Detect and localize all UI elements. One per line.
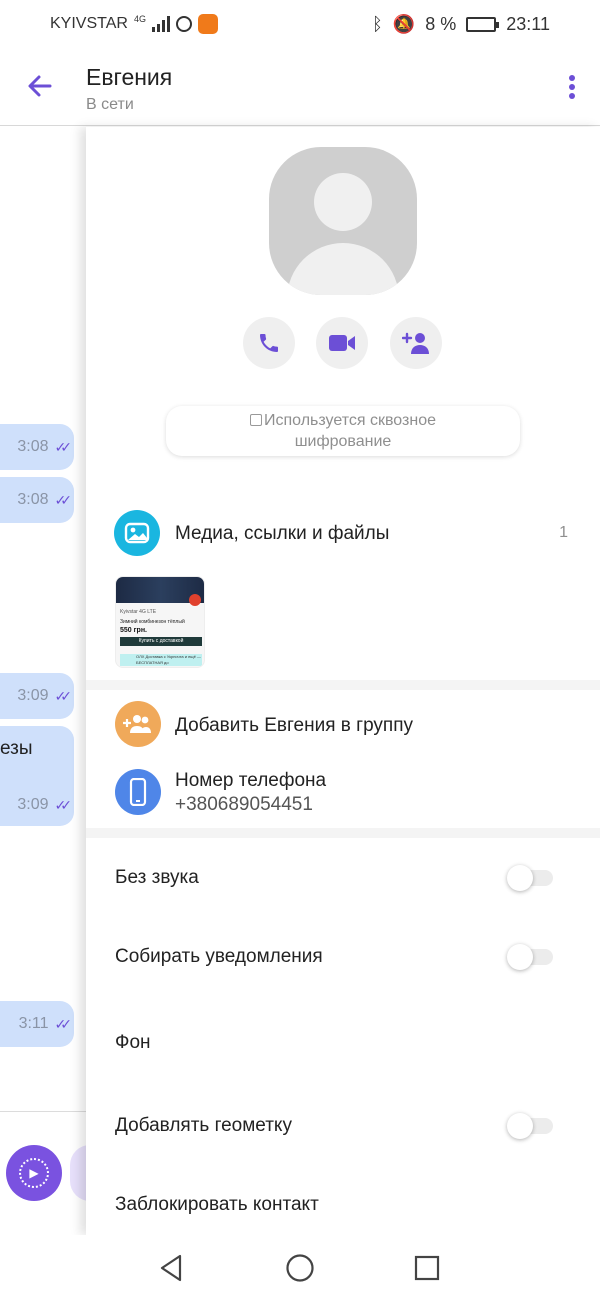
composer-divider [0,1111,86,1112]
read-ticks-icon: ✓✓ [54,438,73,455]
nav-back-button[interactable] [157,1253,187,1283]
heart-badge-icon [189,594,201,606]
add-to-group-label: Добавить Евгения в группу [175,715,414,736]
mute-setting-label: Без звука [115,867,199,888]
group-add-icon [115,701,161,747]
read-ticks-icon: ✓✓ [54,797,73,813]
mute-toggle[interactable] [507,863,553,893]
phone-icon [260,334,278,352]
encryption-text-line2: шифрование [294,433,392,450]
more-vertical-icon [569,75,575,81]
read-ticks-icon: ✓✓ [54,1015,73,1032]
call-button[interactable] [243,317,295,369]
status-right: ᛒ 🔕 8 % 23:11 [372,14,550,35]
status-bar: KYIVSTAR 4G ᛒ 🔕 8 % 23:11 [0,0,600,48]
mute-bell-icon: 🔕 [392,13,416,34]
video-call-button[interactable] [316,317,368,369]
media-links-files-row[interactable]: Медиа, ссылки и файлы 1 [86,507,600,561]
phone-number-row[interactable]: Номер телефона +380689054451 [86,769,600,819]
message-bubble[interactable]: езы 3:09 ✓✓ [0,726,74,826]
section-separator [86,680,600,690]
avatar[interactable] [269,147,417,295]
image-icon [114,510,160,556]
online-status: В сети [86,96,134,113]
video-camera-icon [329,335,355,351]
media-count: 1 [559,524,568,541]
clock-time: 23:11 [506,13,550,34]
video-message-button[interactable]: ▶ [6,1145,62,1201]
message-bubble[interactable]: 3:11 ✓✓ [0,1001,74,1047]
block-contact-button[interactable]: Заблокировать контакт [115,1194,319,1216]
phone-number-value: +380689054451 [175,794,313,815]
read-ticks-icon: ✓✓ [54,687,73,704]
triangle-back-icon [160,1254,182,1282]
message-bubble[interactable]: 3:08 ✓✓ [0,424,74,470]
add-geotag-label: Добавлять геометку [115,1115,292,1136]
collect-notifications-label: Собирать уведомления [115,946,323,967]
message-time: 3:08 [17,491,49,508]
app-notification-icon [197,14,218,34]
back-button[interactable] [22,68,58,104]
message-bubble[interactable]: 3:09 ✓✓ [0,673,74,719]
message-text: езы [0,738,33,759]
system-navigation-bar [0,1235,600,1299]
collect-notifications-toggle[interactable] [507,942,553,972]
add-to-group-row[interactable]: Добавить Евгения в группу [86,701,600,751]
add-user-icon [402,332,429,354]
bluetooth-icon: ᛒ [372,13,383,34]
alarm-icon [175,16,192,32]
media-label: Медиа, ссылки и файлы [175,523,390,544]
signal-icon [151,16,170,32]
composer-button[interactable] [70,1145,86,1201]
message-time: 3:11 [18,1015,49,1032]
message-time: 3:09 [17,796,49,813]
mobile-phone-icon [115,769,161,815]
section-separator [86,828,600,838]
network-label: 4G [133,14,146,24]
play-icon: ▶ [19,1158,49,1188]
chat-area: 3:08 ✓✓ 3:08 ✓✓ 3:09 ✓✓ езы 3:09 ✓✓ 3:11… [0,127,86,1235]
battery-icon [466,16,500,32]
carrier-label: KYIVSTAR [50,15,128,32]
battery-level: 8 % [425,13,457,34]
square-recents-icon [414,1255,440,1281]
nav-home-button[interactable] [285,1253,315,1283]
add-contact-button[interactable] [390,317,442,369]
encryption-text-line1: Используется сквозное [264,412,436,429]
encryption-notice[interactable]: Используется сквозное шифрование [166,406,520,456]
message-bubble[interactable]: 3:08 ✓✓ [0,477,74,523]
read-ticks-icon: ✓✓ [54,491,73,508]
background-setting[interactable]: Фон [115,1032,151,1054]
phone-number-label: Номер телефона [175,770,327,791]
nav-recents-button[interactable] [412,1253,442,1283]
lock-icon [250,414,262,426]
arrow-left-icon [28,75,52,97]
media-thumbnail[interactable]: Kyivstar 4G LTE Зимний комбинезон тёплый… [115,576,205,668]
more-options-button[interactable] [562,72,582,102]
add-geotag-toggle[interactable] [507,1111,553,1141]
message-time: 3:08 [17,438,49,455]
status-left: KYIVSTAR 4G [50,14,218,34]
contact-info-panel: Используется сквозное шифрование Медиа, … [86,127,600,1235]
message-time: 3:09 [17,687,49,704]
contact-name: Евгения [86,64,173,90]
circle-home-icon [286,1254,314,1282]
top-app-bar: Евгения В сети [0,48,600,126]
